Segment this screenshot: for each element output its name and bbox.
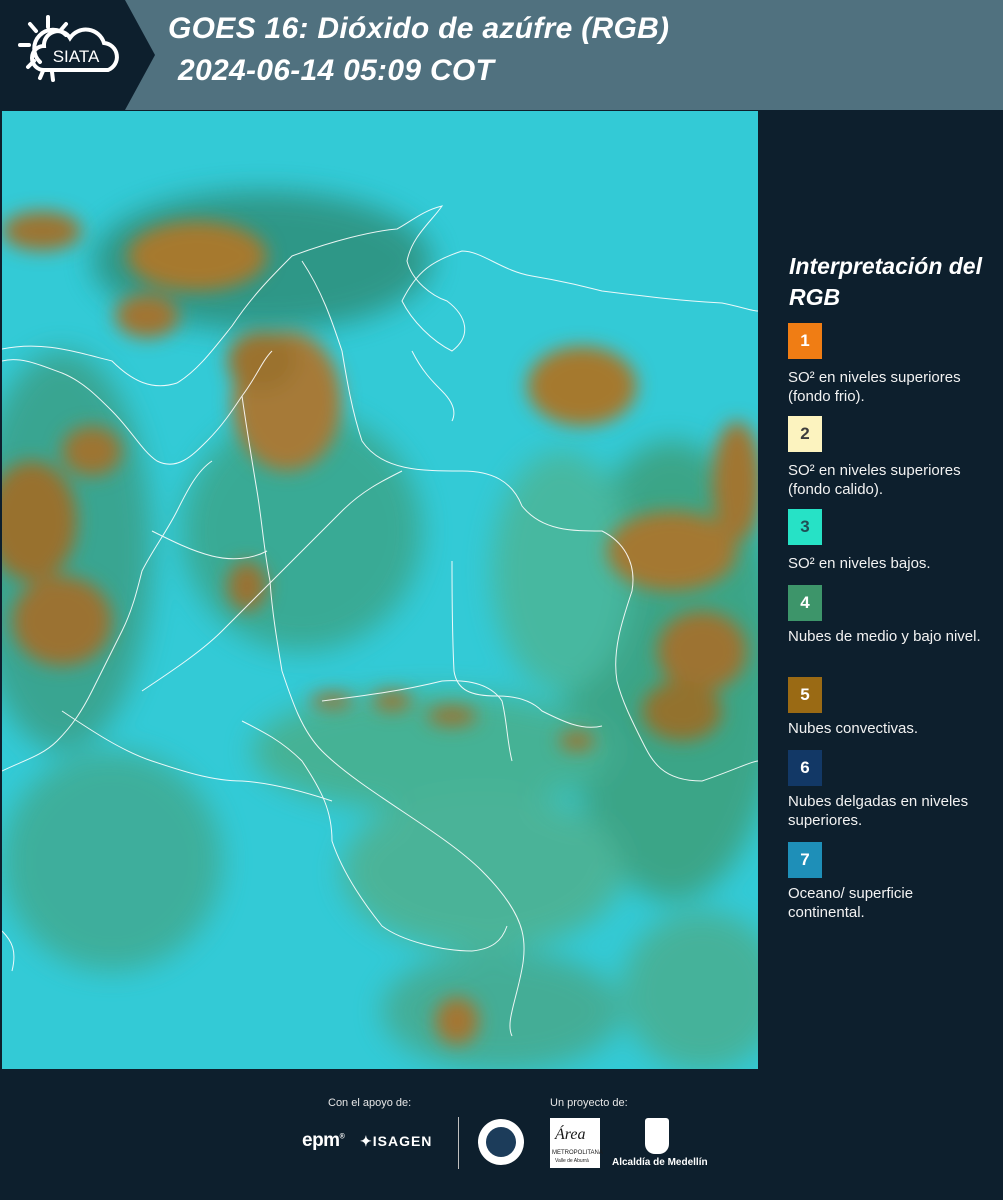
legend-label-1: SO² en niveles superiores (fondo frio). [788,369,961,405]
legend-label-7: Oceano/ superficie continental. [788,885,914,921]
siata-logo: SIATA [0,0,155,110]
sun-cloud-logo-icon: SIATA [18,15,119,82]
legend-number-7: 7 [800,850,810,869]
legend-number-2: 2 [800,424,810,443]
header: SIATA GOES 16: Dióxido de azúfre (RGB) 2… [0,0,1003,110]
legend-number-5: 5 [800,685,810,704]
medellin-seal-logo [478,1119,524,1165]
logo-text: SIATA [53,47,100,66]
legend-swatch-1: 1 [788,323,822,359]
support-label: Con el apoyo de: [328,1097,412,1109]
legend-label-4: Nubes de medio y bajo nivel. [788,628,981,645]
legend-label-5: Nubes convectivas. [788,720,919,737]
footer: Con el apoyo de: Un proyecto de: epm® ✦I… [0,1070,1003,1200]
legend-panel: Interpretación del RGB 1 SO² en niveles … [760,111,1003,1069]
legend-swatch-3: 3 [788,509,822,545]
legend-swatch-4: 4 [788,585,822,621]
legend-label-6: Nubes delgadas en niveles superiores. [788,793,969,829]
rgb-composite-image [2,111,758,1069]
legend-label-2: SO² en niveles superiores (fondo calido)… [788,462,961,498]
legend-number-4: 4 [800,593,810,612]
epm-logo: epm® [302,1130,345,1151]
legend-number-6: 6 [800,758,810,777]
footer-divider [458,1117,459,1169]
amva-logo-sub2: Valle de Aburrá [555,1158,589,1164]
page-timestamp: 2024-06-14 05:09 COT [178,54,495,87]
epm-logo-text: epm [302,1130,340,1151]
seal-inner-icon [486,1127,516,1157]
legend-number-3: 3 [800,517,810,536]
alcaldia-logo-text: Alcaldía de Medellín [612,1157,708,1168]
legend-swatch-6: 6 [788,750,822,786]
isagen-star-icon: ✦ [360,1133,373,1149]
legend-swatch-5: 5 [788,677,822,713]
legend-number-1: 1 [800,331,810,350]
alcaldia-shield-icon [645,1118,669,1154]
legend-swatch-2: 2 [788,416,822,452]
isagen-logo-text: ISAGEN [372,1133,433,1149]
amva-logo-text: Área [555,1126,586,1143]
project-label: Un proyecto de: [550,1097,628,1109]
legend-swatch-7: 7 [788,842,822,878]
legend-label-3: SO² en niveles bajos. [788,555,931,572]
isagen-logo: ✦ISAGEN [360,1133,432,1150]
amva-logo-sub: METROPOLITANA [552,1150,603,1156]
satellite-map [2,111,758,1069]
amva-logo: Área METROPOLITANA Valle de Aburrá [550,1118,603,1168]
legend-title: Interpretación del RGB [789,253,982,310]
page-title: GOES 16: Dióxido de azúfre (RGB) [168,12,670,45]
